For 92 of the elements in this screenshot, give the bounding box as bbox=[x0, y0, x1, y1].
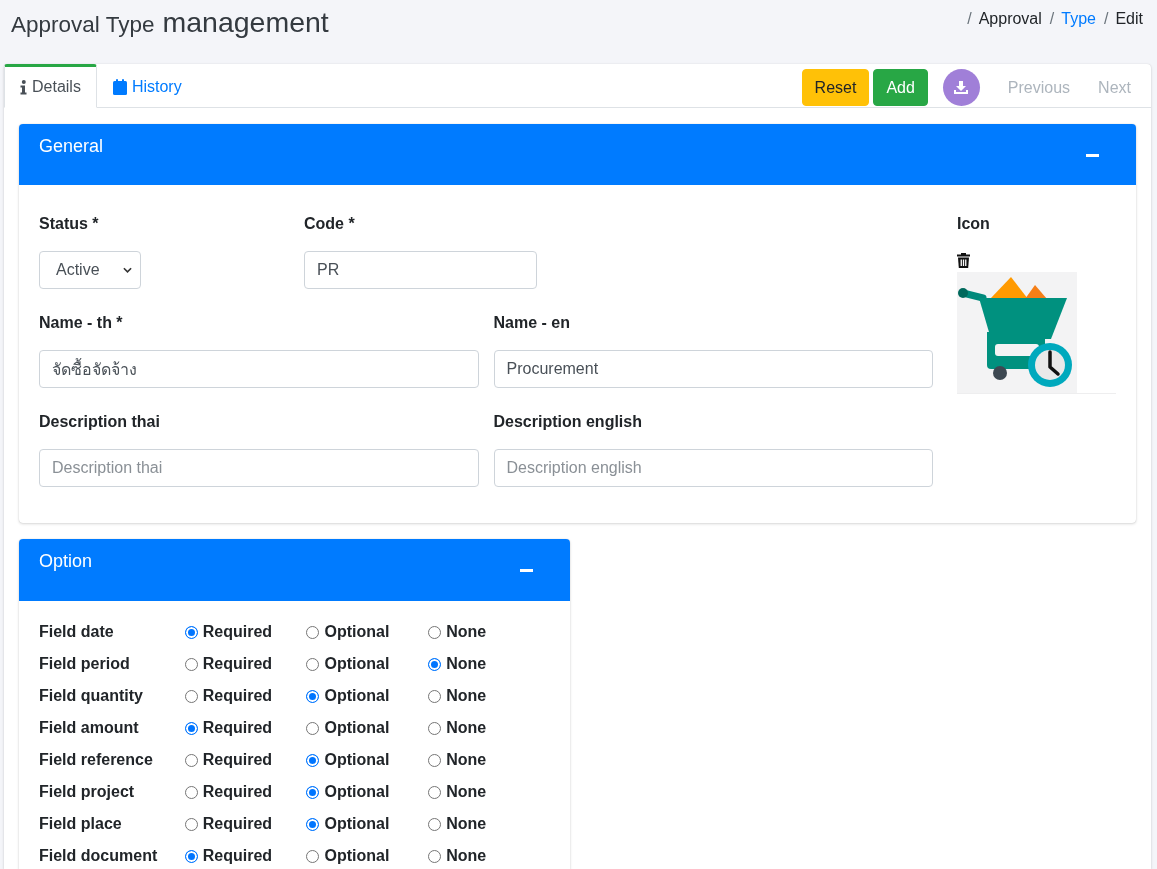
input-field[interactable]: Procurement bbox=[493, 350, 933, 388]
collapse-button[interactable] bbox=[1085, 154, 1099, 157]
radio-label[interactable]: Required bbox=[202, 687, 273, 705]
radio-label[interactable]: Required bbox=[202, 719, 273, 737]
field-label: Field amount bbox=[39, 719, 140, 737]
download-icon bbox=[954, 81, 969, 94]
radio-label[interactable]: None bbox=[446, 655, 487, 673]
info-icon bbox=[20, 79, 27, 95]
radio-button[interactable] bbox=[184, 625, 198, 639]
field-label: Field project bbox=[39, 783, 136, 801]
input-field[interactable]: PR bbox=[304, 251, 537, 289]
radio-label[interactable]: None bbox=[446, 719, 487, 737]
field-label: Field quantity bbox=[39, 687, 144, 705]
field-label: Name - en bbox=[493, 313, 570, 333]
field-label: Field date bbox=[39, 623, 115, 641]
radio-button[interactable] bbox=[428, 689, 442, 703]
input-field[interactable]: Description english bbox=[493, 449, 933, 487]
field-label: Icon bbox=[957, 214, 990, 234]
input-field[interactable]: จัดซื้อจัดจ้าง bbox=[39, 350, 479, 388]
calendar-icon bbox=[112, 79, 127, 95]
breadcrumb-separator: / bbox=[966, 9, 973, 29]
radio-button[interactable] bbox=[428, 657, 442, 671]
radio-label[interactable]: Optional bbox=[324, 623, 390, 641]
breadcrumb-item[interactable]: Type bbox=[1061, 7, 1096, 31]
radio-button[interactable] bbox=[184, 689, 198, 703]
radio-label[interactable]: Optional bbox=[324, 815, 390, 833]
radio-label[interactable]: None bbox=[446, 623, 487, 641]
page-subtitle: management bbox=[162, 6, 329, 39]
radio-button[interactable] bbox=[428, 625, 442, 639]
card-title: General bbox=[39, 135, 104, 158]
radio-label[interactable]: Optional bbox=[324, 783, 390, 801]
field-label: Description english bbox=[493, 412, 642, 432]
radio-button[interactable] bbox=[306, 721, 320, 735]
field-label: Field document bbox=[39, 847, 159, 865]
page-title: Approval Type bbox=[11, 12, 155, 38]
radio-button[interactable] bbox=[184, 785, 198, 799]
radio-button[interactable] bbox=[184, 657, 198, 671]
radio-button[interactable] bbox=[306, 753, 320, 767]
radio-button[interactable] bbox=[428, 753, 442, 767]
radio-button[interactable] bbox=[428, 817, 442, 831]
minus-icon bbox=[1085, 154, 1099, 157]
radio-label[interactable]: Required bbox=[202, 751, 273, 769]
radio-label[interactable]: None bbox=[446, 815, 487, 833]
radio-button[interactable] bbox=[184, 721, 198, 735]
tab[interactable]: History bbox=[96, 64, 198, 108]
radio-label[interactable]: None bbox=[446, 847, 487, 865]
field-label: Field period bbox=[39, 655, 131, 673]
radio-button[interactable] bbox=[306, 689, 320, 703]
radio-label[interactable]: Required bbox=[202, 655, 273, 673]
breadcrumb-separator: / bbox=[1102, 9, 1110, 29]
radio-button[interactable] bbox=[306, 785, 320, 799]
radio-label[interactable]: Required bbox=[202, 623, 273, 641]
radio-label[interactable]: Optional bbox=[324, 655, 390, 673]
tab[interactable]: Details bbox=[4, 64, 97, 108]
status-select[interactable]: Active bbox=[39, 251, 141, 289]
field-label: Field reference bbox=[39, 751, 154, 769]
breadcrumb-separator: / bbox=[1048, 9, 1056, 29]
radio-button[interactable] bbox=[306, 657, 320, 671]
radio-button[interactable] bbox=[306, 625, 320, 639]
breadcrumb-item: Edit bbox=[1115, 9, 1143, 29]
radio-label[interactable]: Optional bbox=[324, 687, 390, 705]
input-field[interactable]: Description thai bbox=[39, 449, 479, 487]
radio-button[interactable] bbox=[306, 849, 320, 863]
field-label: Status * bbox=[39, 214, 99, 234]
radio-button[interactable] bbox=[428, 721, 442, 735]
chevron-down-icon bbox=[123, 267, 132, 273]
card-title: Option bbox=[39, 550, 93, 573]
radio-label[interactable]: Required bbox=[202, 847, 273, 865]
radio-label[interactable]: None bbox=[446, 783, 487, 801]
radio-label[interactable]: None bbox=[446, 687, 487, 705]
radio-button[interactable] bbox=[428, 849, 442, 863]
radio-button[interactable] bbox=[184, 753, 198, 767]
field-label: Field place bbox=[39, 815, 123, 833]
radio-label[interactable]: Optional bbox=[324, 751, 390, 769]
radio-label[interactable]: Optional bbox=[324, 847, 390, 865]
radio-button[interactable] bbox=[428, 785, 442, 799]
collapse-button[interactable] bbox=[519, 569, 533, 572]
radio-button[interactable] bbox=[184, 817, 198, 831]
field-label: Code * bbox=[304, 214, 355, 234]
radio-label[interactable]: Optional bbox=[324, 719, 390, 737]
minus-icon bbox=[519, 569, 533, 572]
breadcrumb-item: Approval bbox=[978, 9, 1042, 29]
field-label: Description thai bbox=[39, 412, 160, 432]
download-button[interactable] bbox=[942, 69, 980, 106]
radio-label[interactable]: None bbox=[446, 751, 487, 769]
radio-button[interactable] bbox=[306, 817, 320, 831]
action-button[interactable]: Reset bbox=[801, 69, 870, 106]
trash-icon[interactable] bbox=[957, 253, 970, 268]
radio-label[interactable]: Required bbox=[202, 783, 273, 801]
radio-button[interactable] bbox=[184, 849, 198, 863]
radio-label[interactable]: Required bbox=[202, 815, 273, 833]
field-label: Name - th * bbox=[39, 313, 123, 333]
